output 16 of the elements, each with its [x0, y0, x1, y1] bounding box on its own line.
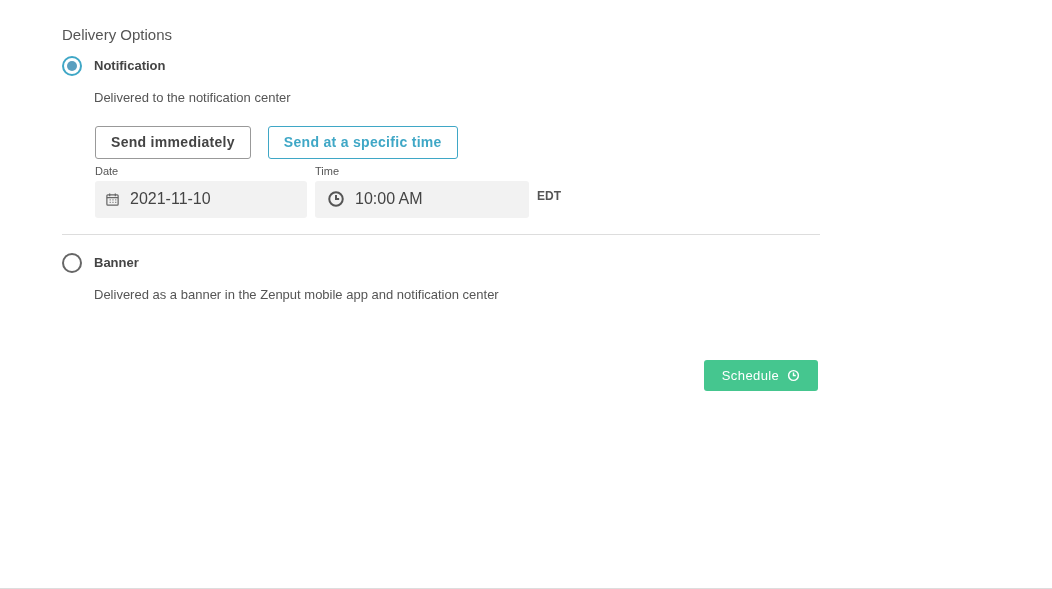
option-label: Notification: [94, 57, 166, 76]
calendar-icon: [105, 191, 120, 207]
option-description: Delivered as a banner in the Zenput mobile app and notification center: [93, 285, 500, 304]
send-mode-button[interactable]: Send immediately: [95, 125, 251, 159]
clock-icon: [787, 369, 801, 382]
section-title: Delivery Options: [62, 25, 174, 44]
time-field[interactable]: 10:00 AM: [315, 180, 529, 218]
radio-button[interactable]: [62, 56, 82, 76]
field-label: Date: [95, 163, 120, 179]
option-description: Delivered to the notification center: [93, 89, 292, 107]
radio-button[interactable]: [62, 252, 82, 273]
date-field[interactable]: 2021-11-10: [95, 180, 307, 218]
field-label: Time: [315, 163, 341, 179]
clock-icon: [327, 190, 345, 208]
timezone-label: EDT: [537, 187, 561, 205]
option-label: Banner: [94, 253, 139, 272]
